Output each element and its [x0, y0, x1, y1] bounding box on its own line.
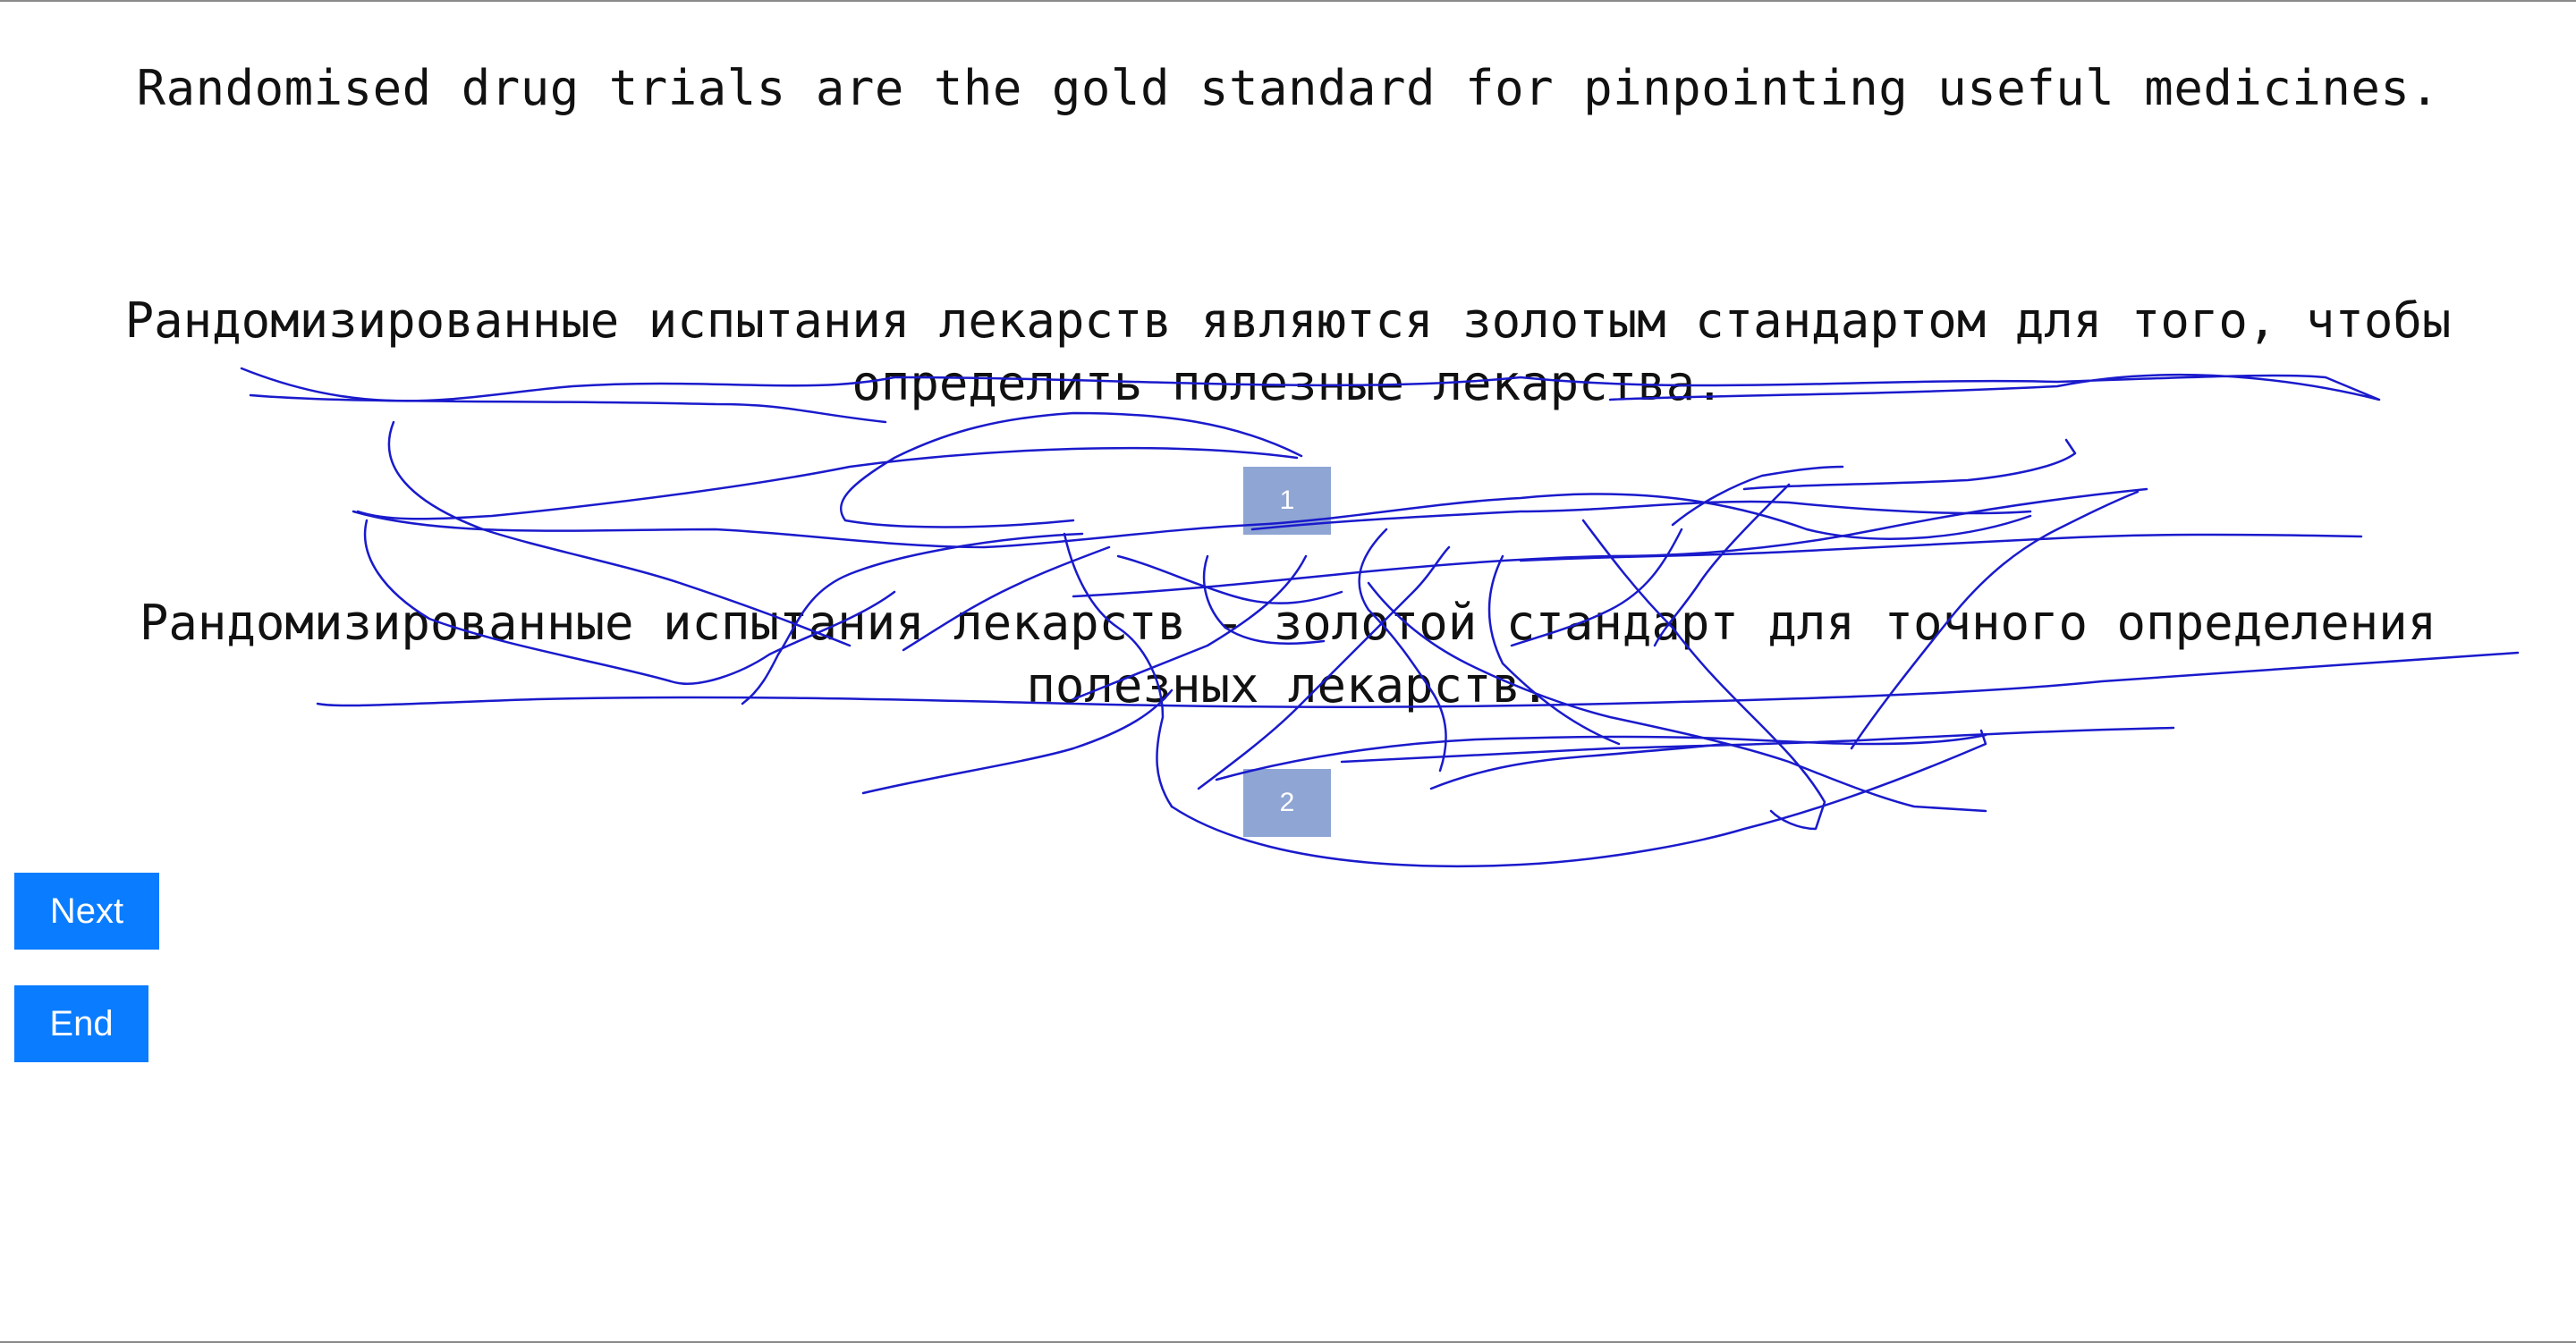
rank-box-1[interactable]: 1 [1243, 467, 1331, 535]
rank-box-2[interactable]: 2 [1243, 769, 1331, 837]
translation-text-1: Рандомизированные испытания лекарств явл… [124, 292, 2452, 411]
end-button[interactable]: End [14, 985, 148, 1062]
annotation-page: Randomised drug trials are the gold stan… [0, 0, 2576, 1343]
translation-text-2: Рандомизированные испытания лекарств - з… [139, 595, 2437, 714]
next-button[interactable]: Next [14, 873, 159, 950]
source-sentence: Randomised drug trials are the gold stan… [136, 60, 2440, 116]
